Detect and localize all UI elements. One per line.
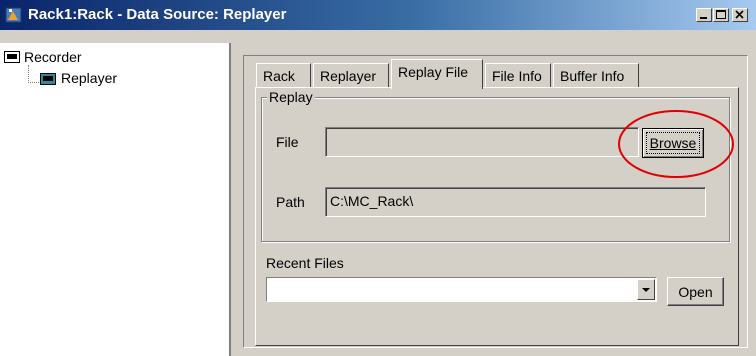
tab-rack[interactable]: Rack bbox=[256, 63, 311, 88]
recorder-device-icon bbox=[4, 51, 20, 63]
rack-app-icon bbox=[5, 7, 22, 23]
close-icon bbox=[735, 10, 744, 19]
tab-replay-file[interactable]: Replay File bbox=[391, 59, 483, 89]
title-bar[interactable]: Rack1:Rack - Data Source: Replayer bbox=[0, 0, 756, 30]
path-field[interactable]: C:\MC_Rack\ bbox=[325, 187, 706, 217]
tab-file-info[interactable]: File Info bbox=[485, 63, 551, 88]
path-value: C:\MC_Rack\ bbox=[330, 193, 414, 209]
open-label: Open bbox=[678, 284, 713, 300]
tree-item-label: Replayer bbox=[61, 70, 118, 86]
window-title: Rack1:Rack - Data Source: Replayer bbox=[28, 6, 287, 23]
dropdown-button[interactable] bbox=[637, 279, 655, 300]
maximize-icon bbox=[716, 10, 726, 19]
application-window: Rack1:Rack - Data Source: Replayer Recor… bbox=[0, 0, 756, 356]
minimize-icon bbox=[700, 17, 707, 19]
tab-buffer-info[interactable]: Buffer Info bbox=[553, 63, 639, 88]
close-button[interactable] bbox=[732, 8, 748, 22]
replay-group-label: Replay bbox=[267, 89, 315, 105]
recent-files-label: Recent Files bbox=[266, 255, 344, 271]
source-tree[interactable]: Recorder Replayer bbox=[0, 43, 231, 356]
path-label: Path bbox=[276, 194, 305, 210]
open-button[interactable]: Open bbox=[667, 277, 724, 306]
tree-connector-line bbox=[28, 82, 39, 83]
maximize-button[interactable] bbox=[713, 8, 729, 22]
recent-files-combobox[interactable] bbox=[266, 277, 657, 302]
chevron-down-icon bbox=[642, 288, 650, 292]
tree-connector-line bbox=[28, 65, 29, 83]
replayer-device-icon bbox=[40, 73, 56, 85]
minimize-button[interactable] bbox=[696, 8, 712, 22]
highlight-circle-annotation bbox=[618, 110, 734, 178]
file-field[interactable] bbox=[325, 127, 639, 157]
tab-replayer[interactable]: Replayer bbox=[313, 63, 389, 88]
file-label: File bbox=[276, 134, 299, 150]
tree-item-label: Recorder bbox=[24, 49, 82, 65]
